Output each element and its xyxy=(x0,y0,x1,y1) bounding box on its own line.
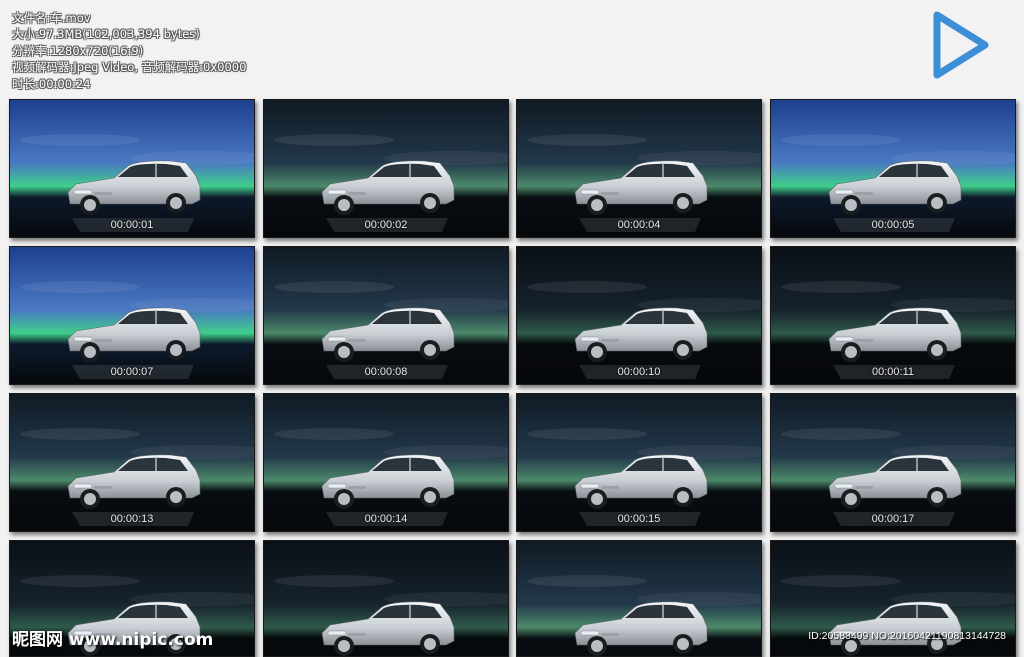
video-thumbnail[interactable]: 00:00:13 xyxy=(9,393,255,532)
thumbnail-frame-image xyxy=(517,394,761,531)
thumbnail-timecode: 00:00:15 xyxy=(617,513,661,525)
video-thumbnail[interactable]: 00:00:01 xyxy=(9,99,255,238)
video-thumbnail[interactable] xyxy=(516,540,762,657)
video-thumbnail[interactable]: 00:00:02 xyxy=(263,99,509,238)
thumbnail-timecode: 00:00:13 xyxy=(110,513,154,525)
thumbnail-timecode: 00:00:02 xyxy=(364,219,408,231)
thumbnail-frame-image xyxy=(264,100,508,237)
video-thumbnail[interactable]: 00:00:04 xyxy=(516,99,762,238)
thumbnail-timecode: 00:00:10 xyxy=(617,366,661,378)
thumbnail-timecode: 00:00:08 xyxy=(364,366,408,378)
video-thumbnail[interactable]: 00:00:15 xyxy=(516,393,762,532)
thumbnail-frame-image xyxy=(517,100,761,237)
thumbnail-frame-image xyxy=(517,541,761,656)
thumbnail-timecode: 00:00:04 xyxy=(617,219,661,231)
thumbnail-frame-image xyxy=(771,394,1015,531)
thumbnail-grid: 00:00:01 00:00:02 00:00:04 00:00:05 00:0… xyxy=(0,0,1024,657)
thumbnail-timecode: 00:00:01 xyxy=(110,219,154,231)
thumbnail-frame-image xyxy=(10,394,254,531)
thumbnail-timecode: 00:00:17 xyxy=(871,513,915,525)
thumbnail-timecode: 00:00:14 xyxy=(364,513,408,525)
video-thumbnail[interactable]: 00:00:07 xyxy=(9,246,255,385)
thumbnail-timecode: 00:00:07 xyxy=(110,366,154,378)
thumbnail-frame-image xyxy=(771,247,1015,384)
thumbnail-frame-image xyxy=(771,100,1015,237)
video-thumbnail[interactable] xyxy=(263,540,509,657)
video-thumbnail[interactable]: 00:00:05 xyxy=(770,99,1016,238)
thumbnail-timecode: 00:00:05 xyxy=(871,219,915,231)
site-logo: 昵图网 www.nipic.com xyxy=(12,630,214,650)
video-thumbnail[interactable]: 00:00:11 xyxy=(770,246,1016,385)
video-thumbnail[interactable]: 00:00:10 xyxy=(516,246,762,385)
thumbnail-frame-image xyxy=(264,394,508,531)
thumbnail-frame-image xyxy=(517,247,761,384)
video-thumbnail[interactable]: 00:00:17 xyxy=(770,393,1016,532)
video-thumbnail[interactable]: 00:00:14 xyxy=(263,393,509,532)
thumbnail-frame-image xyxy=(264,247,508,384)
thumbnail-frame-image xyxy=(264,541,508,656)
thumbnail-frame-image xyxy=(10,100,254,237)
video-thumbnail[interactable]: 00:00:08 xyxy=(263,246,509,385)
thumbnail-frame-image xyxy=(10,247,254,384)
thumbnail-timecode: 00:00:11 xyxy=(871,366,914,378)
image-id-watermark: ID:20583499 NO:20160421190813144728 xyxy=(808,630,1006,642)
